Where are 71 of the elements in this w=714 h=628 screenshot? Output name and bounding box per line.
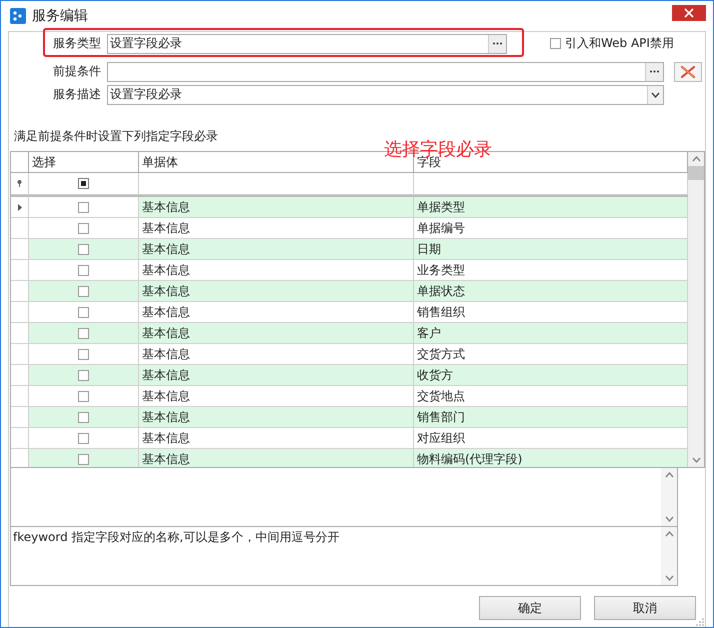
current-row-icon [18, 204, 22, 210]
text-area[interactable] [10, 467, 678, 527]
browse-button[interactable] [645, 62, 663, 80]
table-cell: 物料编码(代理字段) [414, 449, 688, 467]
table-cell: 收货方 [414, 365, 688, 386]
table-cell: 基本信息 [139, 239, 414, 260]
ellipsis-icon [493, 42, 502, 45]
window-title: 服务编辑 [32, 7, 88, 25]
browse-button[interactable] [488, 34, 506, 52]
clear-button[interactable] [674, 62, 702, 82]
scroll-up-icon[interactable] [664, 531, 674, 537]
row-header[interactable] [11, 197, 29, 218]
table-cell: 基本信息 [139, 365, 414, 386]
table-cell: 基本信息 [139, 197, 414, 218]
cross-icon [680, 64, 696, 78]
table-cell: 基本信息 [139, 449, 414, 467]
dropdown-button[interactable] [647, 86, 663, 104]
text-area[interactable]: fkeyword 指定字段对应的名称,可以是多个，中间用逗号分开 [10, 526, 678, 586]
table-cell: 基本信息 [139, 407, 414, 428]
pin-icon [17, 180, 22, 187]
scrollbar[interactable] [661, 527, 677, 585]
checkbox[interactable] [78, 202, 89, 212]
scroll-up-icon[interactable] [664, 472, 674, 478]
checkbox[interactable] [78, 370, 89, 380]
checkbox[interactable] [78, 286, 89, 296]
cancel-button[interactable]: 取消 [594, 596, 696, 620]
table-cell: 销售部门 [414, 407, 688, 428]
checkbox[interactable] [78, 222, 89, 234]
filter-cell[interactable] [139, 173, 414, 195]
checkbox[interactable] [550, 38, 561, 49]
table-cell: 单据状态 [414, 281, 688, 302]
resize-grip-icon[interactable] [696, 618, 704, 626]
checkbox[interactable] [78, 244, 89, 254]
field-label: 服务类型 [52, 35, 102, 52]
field-label: 前提条件 [52, 63, 102, 80]
checkbox[interactable] [78, 454, 89, 464]
checkbox[interactable] [78, 412, 89, 422]
table-cell: 单据类型 [414, 197, 688, 218]
chevron-down-icon [651, 92, 660, 98]
checkbox[interactable] [78, 178, 89, 189]
checkbox-label: 引入和Web API禁用 [565, 35, 674, 52]
input-field[interactable]: 设置字段必录 [107, 34, 507, 54]
scrollbar-thumb[interactable] [688, 166, 704, 180]
table-cell: 客户 [414, 323, 688, 344]
hint-text: fkeyword 指定字段对应的名称,可以是多个，中间用逗号分开 [13, 530, 340, 544]
scroll-down-icon[interactable] [664, 516, 674, 522]
table-cell: 日期 [414, 239, 688, 260]
checkbox[interactable] [78, 306, 89, 318]
scrollbar[interactable] [661, 468, 677, 526]
scroll-up-icon[interactable] [692, 156, 700, 162]
input-field[interactable] [107, 62, 664, 82]
filter-cell[interactable] [414, 173, 688, 195]
close-button[interactable] [672, 5, 706, 21]
scroll-down-icon[interactable] [692, 457, 700, 463]
column-header[interactable]: 选择 [29, 152, 139, 173]
ellipsis-icon [650, 70, 659, 73]
section-label: 满足前提条件时设置下列指定字段必录 [13, 128, 218, 145]
checkbox[interactable] [78, 264, 89, 276]
field-label: 服务描述 [52, 86, 102, 103]
scrollbar[interactable] [688, 152, 704, 467]
checkbox[interactable] [78, 432, 89, 444]
app-icon [10, 8, 26, 24]
checkbox[interactable] [78, 390, 89, 402]
checkbox[interactable] [78, 328, 89, 338]
table-cell: 基本信息 [139, 281, 414, 302]
table-cell: 基本信息 [139, 323, 414, 344]
scroll-down-icon[interactable] [664, 575, 674, 581]
ok-button[interactable]: 确定 [479, 596, 581, 620]
dropdown-field[interactable]: 设置字段必录 [107, 84, 664, 104]
close-icon [684, 8, 694, 18]
checkbox[interactable] [78, 348, 89, 360]
